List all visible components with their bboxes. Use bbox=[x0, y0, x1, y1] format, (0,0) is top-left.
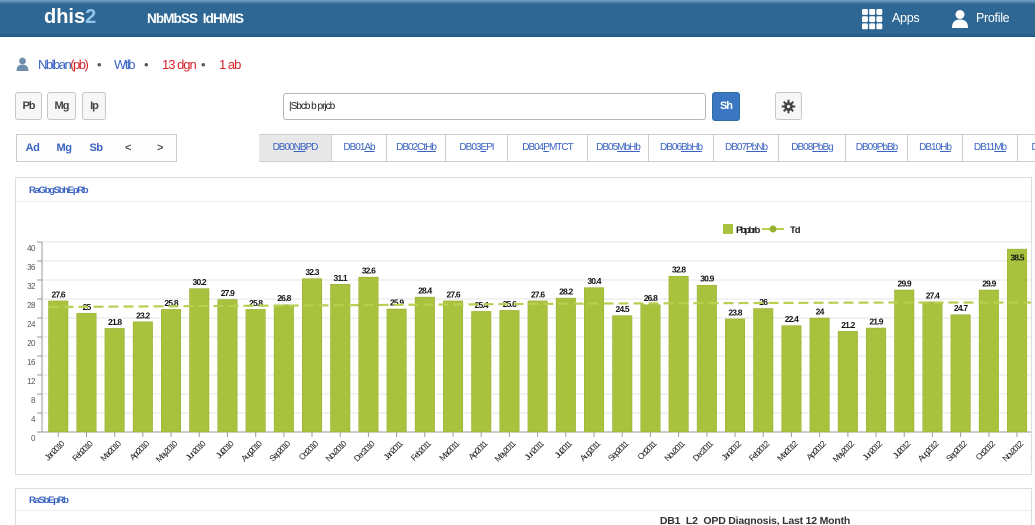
svg-text:May2011: May2011 bbox=[492, 438, 518, 464]
svg-text:Apr2012: Apr2012 bbox=[804, 438, 828, 462]
svg-text:16: 16 bbox=[27, 358, 36, 367]
svg-text:Oct2010: Oct2010 bbox=[297, 438, 321, 462]
svg-text:22.4: 22.4 bbox=[785, 314, 799, 324]
svg-text:Nov2010: Nov2010 bbox=[323, 438, 348, 463]
svg-text:27.4: 27.4 bbox=[926, 290, 940, 300]
svg-text:25.9: 25.9 bbox=[390, 298, 404, 308]
svg-text:32: 32 bbox=[27, 282, 36, 291]
svg-text:26.8: 26.8 bbox=[644, 293, 658, 303]
svg-text:Nov2011: Nov2011 bbox=[662, 438, 687, 463]
svg-text:Nov2012: Nov2012 bbox=[1000, 438, 1025, 463]
svg-text:Sep2012: Sep2012 bbox=[944, 438, 969, 463]
svg-text:24.7: 24.7 bbox=[954, 303, 968, 313]
svg-text:27.9: 27.9 bbox=[221, 288, 235, 298]
svg-text:28.2: 28.2 bbox=[559, 287, 573, 297]
svg-text:Aug2011: Aug2011 bbox=[578, 438, 603, 463]
svg-text:Td: Td bbox=[790, 225, 801, 236]
svg-text:21.8: 21.8 bbox=[108, 317, 122, 327]
svg-text:Jan2012: Jan2012 bbox=[719, 438, 743, 462]
svg-text:Jan2011: Jan2011 bbox=[381, 438, 405, 462]
svg-text:Pbpbrb: Pbpbrb bbox=[736, 225, 760, 236]
svg-text:Jun2012: Jun2012 bbox=[860, 438, 884, 462]
svg-text:21.2: 21.2 bbox=[841, 320, 855, 330]
svg-text:Sep2010: Sep2010 bbox=[267, 438, 292, 463]
svg-text:38.5: 38.5 bbox=[1010, 253, 1024, 263]
svg-text:24: 24 bbox=[816, 307, 825, 317]
svg-text:Dec2010: Dec2010 bbox=[352, 438, 377, 463]
svg-text:29.9: 29.9 bbox=[982, 279, 996, 289]
svg-text:Jul2012: Jul2012 bbox=[890, 438, 912, 460]
svg-text:28.4: 28.4 bbox=[418, 286, 432, 296]
svg-text:Aug2010: Aug2010 bbox=[239, 438, 264, 463]
svg-text:12: 12 bbox=[27, 377, 36, 386]
svg-text:Mar2012: Mar2012 bbox=[775, 438, 800, 463]
svg-text:32.8: 32.8 bbox=[672, 265, 686, 275]
svg-text:Oct2012: Oct2012 bbox=[973, 438, 997, 462]
svg-text:4: 4 bbox=[31, 415, 36, 424]
svg-text:Dec2012: Dec2012 bbox=[1028, 438, 1035, 463]
svg-text:24.5: 24.5 bbox=[616, 304, 630, 314]
svg-text:Oct2011: Oct2011 bbox=[635, 438, 659, 462]
svg-text:32.6: 32.6 bbox=[362, 266, 376, 276]
svg-text:27.6: 27.6 bbox=[531, 289, 545, 299]
svg-text:32.3: 32.3 bbox=[305, 267, 319, 277]
svg-text:36: 36 bbox=[27, 263, 36, 272]
svg-text:Mar2011: Mar2011 bbox=[437, 438, 462, 463]
svg-text:May2010: May2010 bbox=[154, 438, 180, 464]
svg-text:8: 8 bbox=[31, 396, 36, 405]
svg-text:20: 20 bbox=[27, 339, 36, 348]
svg-text:31.1: 31.1 bbox=[334, 273, 348, 283]
svg-text:30.9: 30.9 bbox=[700, 274, 714, 284]
svg-text:Jul2011: Jul2011 bbox=[552, 438, 574, 460]
svg-text:23.8: 23.8 bbox=[728, 307, 742, 317]
svg-text:Mar2010: Mar2010 bbox=[98, 438, 123, 463]
svg-text:Feb2011: Feb2011 bbox=[409, 438, 434, 463]
svg-text:27.6: 27.6 bbox=[446, 289, 460, 299]
svg-text:30.4: 30.4 bbox=[587, 276, 601, 286]
svg-text:24: 24 bbox=[27, 320, 36, 329]
svg-text:29.9: 29.9 bbox=[898, 279, 912, 289]
svg-text:Feb2010: Feb2010 bbox=[70, 438, 95, 463]
svg-text:0: 0 bbox=[31, 434, 36, 443]
svg-text:Aug2012: Aug2012 bbox=[916, 438, 941, 463]
svg-text:40: 40 bbox=[27, 244, 36, 253]
svg-text:23.2: 23.2 bbox=[136, 310, 150, 320]
svg-text:28: 28 bbox=[27, 301, 36, 310]
svg-text:Apr2011: Apr2011 bbox=[466, 438, 490, 462]
svg-text:Feb2012: Feb2012 bbox=[747, 438, 772, 463]
svg-text:30.2: 30.2 bbox=[193, 277, 207, 287]
svg-text:27.6: 27.6 bbox=[52, 289, 66, 299]
svg-text:Apr2010: Apr2010 bbox=[127, 438, 151, 462]
svg-text:Jul2010: Jul2010 bbox=[214, 438, 236, 460]
svg-text:Jan2010: Jan2010 bbox=[42, 438, 66, 462]
svg-text:21.9: 21.9 bbox=[869, 317, 883, 327]
svg-text:26.8: 26.8 bbox=[277, 293, 291, 303]
svg-text:Jun2011: Jun2011 bbox=[522, 438, 546, 462]
svg-text:Sep2011: Sep2011 bbox=[606, 438, 631, 463]
svg-text:Jun2010: Jun2010 bbox=[183, 438, 207, 462]
svg-text:Dec2011: Dec2011 bbox=[691, 438, 716, 463]
svg-text:May2012: May2012 bbox=[830, 438, 856, 464]
